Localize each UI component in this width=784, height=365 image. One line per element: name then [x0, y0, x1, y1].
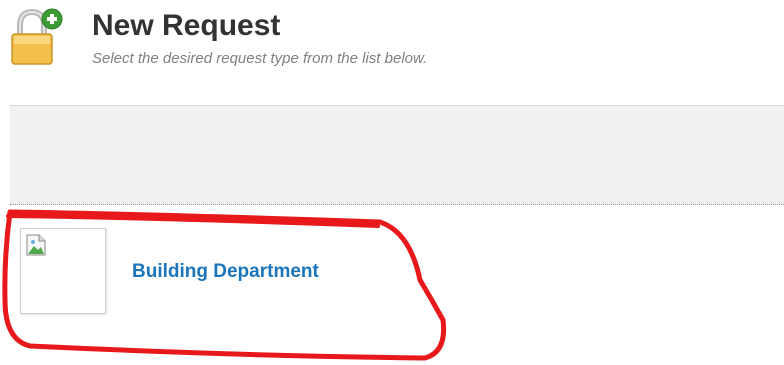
broken-image-icon [26, 234, 46, 256]
request-type-thumbnail[interactable] [20, 228, 106, 314]
page-subtitle: Select the desired request type from the… [92, 50, 428, 67]
page-title: New Request [92, 9, 281, 42]
request-type-item[interactable]: Building Department [20, 228, 380, 318]
page-header: New Request Select the desired request t… [0, 0, 784, 105]
request-type-link[interactable]: Building Department [132, 261, 319, 283]
filter-band [10, 105, 784, 205]
lock-add-icon [11, 8, 63, 65]
